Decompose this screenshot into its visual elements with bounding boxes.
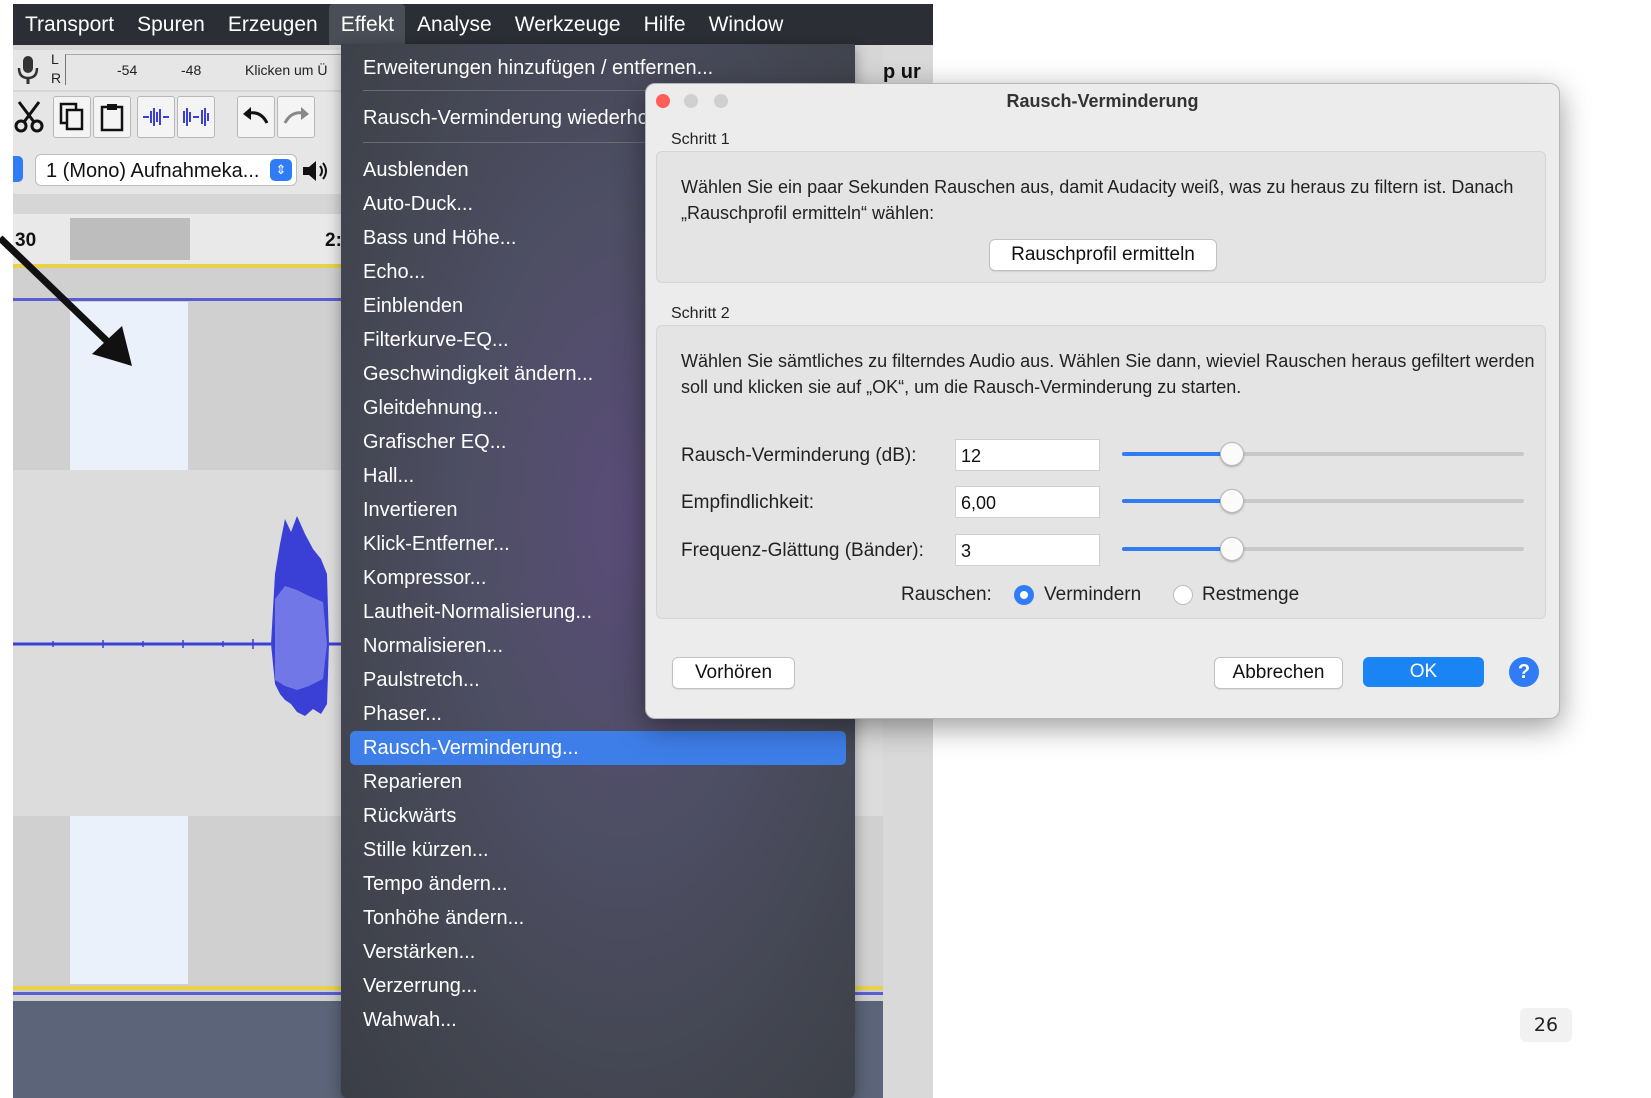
- menu-effekt[interactable]: Effekt: [328, 4, 406, 45]
- silence-audio-icon[interactable]: [177, 96, 215, 138]
- ruler-label-mid: 2:: [325, 230, 342, 251]
- right-strip-text: p ur: [883, 61, 921, 83]
- frequency-smoothing-slider-fill: [1122, 547, 1231, 551]
- step1-label: Schritt 1: [671, 131, 730, 148]
- noise-reduction-db-slider[interactable]: [1122, 442, 1524, 466]
- noise-reduction-dialog: Rausch-Verminderung Schritt 1 Wählen Sie…: [645, 83, 1560, 719]
- paste-icon[interactable]: [93, 96, 131, 138]
- menu-bar: Transport Spuren Erzeugen Effekt Analyse…: [13, 4, 933, 45]
- menu-item-wahwah[interactable]: Wahwah...: [350, 1003, 846, 1037]
- meter-hint[interactable]: Klicken um Ü: [245, 62, 327, 78]
- residue-radio[interactable]: [1173, 585, 1193, 605]
- device-toolbar: 1 (Mono) Aufnahmeka... ⇕: [13, 146, 373, 194]
- step2-group: Wählen Sie sämtliches zu filterndes Audi…: [656, 325, 1546, 619]
- speaker-icon[interactable]: [301, 158, 331, 184]
- sensitivity-input[interactable]: 6,00: [955, 486, 1100, 518]
- undo-icon[interactable]: [237, 96, 275, 138]
- select-stepper-icon: ⇕: [270, 159, 292, 181]
- frequency-smoothing-slider-thumb[interactable]: [1219, 537, 1244, 561]
- selection-highlight-bottom: [70, 816, 188, 984]
- menu-spuren[interactable]: Spuren: [125, 4, 216, 45]
- menu-item-stille-kürzen[interactable]: Stille kürzen...: [350, 833, 846, 867]
- recording-channels-select[interactable]: 1 (Mono) Aufnahmeka... ⇕: [35, 154, 297, 186]
- noise-reduction-db-input[interactable]: 12: [955, 439, 1100, 471]
- help-button[interactable]: ?: [1509, 657, 1539, 687]
- sensitivity-label: Empfindlichkeit:: [681, 492, 815, 513]
- reduce-radio[interactable]: [1014, 585, 1034, 605]
- frequency-smoothing-slider[interactable]: [1122, 537, 1524, 561]
- ok-button[interactable]: OK: [1363, 657, 1484, 687]
- dialog-title: Rausch-Verminderung: [1006, 91, 1199, 111]
- menu-item-verstärken[interactable]: Verstärken...: [350, 935, 846, 969]
- trim-audio-icon[interactable]: [137, 96, 175, 138]
- menu-item-rückwärts[interactable]: Rückwärts: [350, 799, 846, 833]
- sensitivity-slider[interactable]: [1122, 489, 1524, 513]
- get-noise-profile-button[interactable]: Rauschprofil ermitteln: [989, 239, 1217, 271]
- cut-icon[interactable]: [13, 98, 47, 138]
- menu-item-verzerrung[interactable]: Verzerrung...: [350, 969, 846, 1003]
- frequency-smoothing-label: Frequenz-Glättung (Bänder):: [681, 540, 924, 561]
- annotation-arrow: [0, 235, 132, 366]
- menu-window[interactable]: Window: [697, 4, 795, 45]
- menu-hilfe[interactable]: Hilfe: [632, 4, 697, 45]
- device-edge-stepper[interactable]: [13, 156, 23, 182]
- residue-radio-label[interactable]: Restmenge: [1202, 584, 1299, 606]
- page-number: 26: [1520, 1008, 1572, 1042]
- step1-description: Wählen Sie ein paar Sekunden Rauschen au…: [681, 177, 1514, 223]
- noise-mode-label: Rauschen:: [901, 584, 992, 605]
- reduce-radio-label[interactable]: Vermindern: [1044, 584, 1141, 606]
- sensitivity-slider-thumb[interactable]: [1219, 489, 1244, 513]
- menu-werkzeuge[interactable]: Werkzeuge: [503, 4, 632, 45]
- menu-item-rausch-verminderung[interactable]: Rausch-Verminderung...: [350, 731, 846, 765]
- meter-left-label: L: [51, 51, 59, 67]
- edit-toolbar: [13, 92, 373, 146]
- waveform: [13, 516, 343, 716]
- menu-transport[interactable]: Transport: [13, 4, 125, 45]
- menu-item-manage-plugins[interactable]: Erweiterungen hinzufügen / entfernen...: [350, 51, 846, 85]
- step2-description: Wählen Sie sämtliches zu filterndes Audi…: [681, 351, 1535, 397]
- meter-right-label: R: [51, 70, 62, 86]
- recording-channels-value: 1 (Mono) Aufnahmeka...: [46, 160, 260, 182]
- menu-item-reparieren[interactable]: Reparieren: [350, 765, 846, 799]
- step1-group: Wählen Sie ein paar Sekunden Rauschen au…: [656, 151, 1546, 283]
- copy-icon[interactable]: [53, 96, 91, 138]
- sensitivity-slider-fill: [1122, 499, 1231, 503]
- meter-tick-48: -48: [181, 62, 202, 78]
- menu-analyse[interactable]: Analyse: [405, 4, 503, 45]
- step2-label: Schritt 2: [671, 305, 730, 322]
- redo-icon[interactable]: [277, 96, 315, 138]
- noise-reduction-db-slider-thumb[interactable]: [1219, 442, 1244, 466]
- noise-reduction-db-slider-fill: [1122, 452, 1231, 456]
- recording-meter-toolbar: L R -54 -48 Klicken um Ü: [13, 50, 373, 90]
- cancel-button[interactable]: Abbrechen: [1214, 657, 1343, 689]
- frequency-smoothing-input[interactable]: 3: [955, 534, 1100, 566]
- noise-reduction-db-label: Rausch-Verminderung (dB):: [681, 445, 917, 466]
- preview-button[interactable]: Vorhören: [672, 657, 795, 689]
- meter-tick-54: -54: [117, 62, 138, 78]
- menu-item-tonhöhe-ändern[interactable]: Tonhöhe ändern...: [350, 901, 846, 935]
- microphone-icon[interactable]: [15, 54, 41, 86]
- menu-item-tempo-ändern[interactable]: Tempo ändern...: [350, 867, 846, 901]
- menu-erzeugen[interactable]: Erzeugen: [216, 4, 329, 45]
